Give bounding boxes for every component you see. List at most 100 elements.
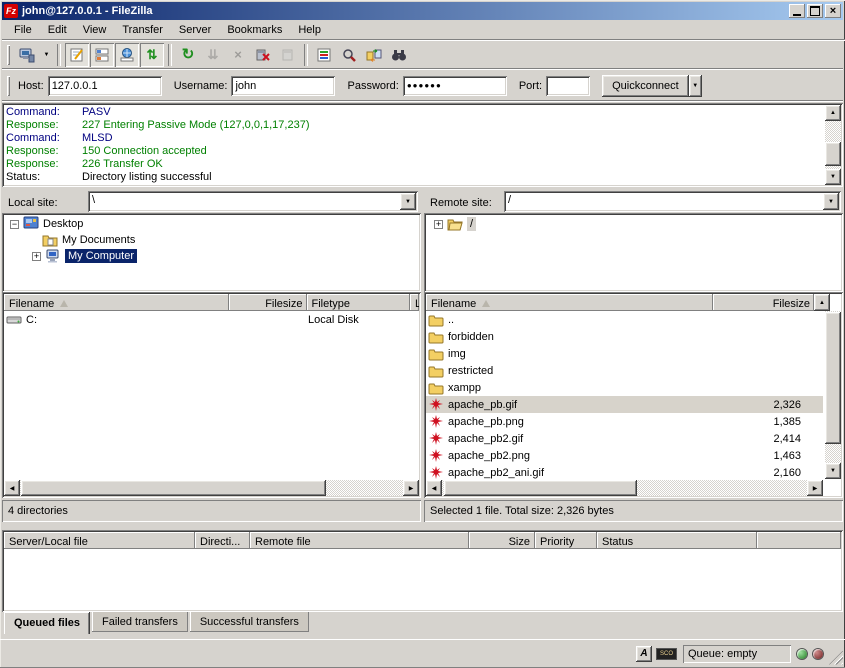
menu-help[interactable]: Help <box>290 22 329 38</box>
search-button[interactable] <box>387 43 411 67</box>
ascii-transfer-type-icon[interactable]: A <box>636 646 652 662</box>
quickconnect-gripper[interactable] <box>7 76 10 96</box>
local-file-list: Filename Filesize Filetype L C: Local Di… <box>2 292 421 498</box>
menu-edit[interactable]: Edit <box>40 22 75 38</box>
tree-item-desktop[interactable]: − Desktop <box>10 216 83 232</box>
username-label: Username: <box>174 80 228 92</box>
file-row-c-drive[interactable]: C: Local Disk <box>4 311 419 328</box>
file-row[interactable]: apache_pb2.png1,463 <box>426 447 823 464</box>
host-input[interactable] <box>48 76 162 96</box>
site-manager-dropdown[interactable]: ▼ <box>40 43 53 67</box>
folder-row[interactable]: .. <box>426 311 823 328</box>
collapse-icon[interactable]: − <box>10 220 19 229</box>
username-input[interactable] <box>231 76 335 96</box>
column-filename[interactable]: Filename <box>426 294 713 311</box>
expand-icon[interactable]: + <box>32 252 41 261</box>
resize-grip[interactable] <box>829 651 843 665</box>
chevron-down-icon[interactable]: ▼ <box>823 193 839 210</box>
remote-hscrollbar[interactable]: ◀ ▶ <box>426 480 823 496</box>
column-filesize[interactable]: Filesize <box>713 294 814 311</box>
column-size[interactable]: Size <box>469 532 535 549</box>
tree-item-my-documents[interactable]: My Documents <box>42 232 135 248</box>
menu-server[interactable]: Server <box>171 22 219 38</box>
folder-row[interactable]: img <box>426 345 823 362</box>
scrollbar-thumb[interactable] <box>825 312 841 444</box>
synchronized-browsing-button[interactable] <box>362 43 386 67</box>
toggle-transfer-queue-button[interactable]: ⇅ <box>140 43 164 67</box>
column-filesize[interactable]: Filesize <box>229 294 307 311</box>
tab-successful-transfers[interactable]: Successful transfers <box>190 612 309 632</box>
column-server-local-file[interactable]: Server/Local file <box>4 532 195 549</box>
column-last-modified[interactable]: L <box>410 294 419 311</box>
remote-status-bar: Selected 1 file. Total size: 2,326 bytes <box>424 500 843 522</box>
scroll-up-icon[interactable]: ▲ <box>814 294 830 311</box>
disconnect-button[interactable] <box>251 43 275 67</box>
site-manager-button[interactable] <box>15 43 39 67</box>
column-remote-file[interactable]: Remote file <box>250 532 469 549</box>
file-row-selected[interactable]: apache_pb.gif2,326 <box>426 396 823 413</box>
quickconnect-button[interactable]: Quickconnect <box>602 75 689 97</box>
scroll-right-icon[interactable]: ▶ <box>807 480 823 496</box>
toggle-message-log-button[interactable] <box>65 43 89 67</box>
column-filename[interactable]: Filename <box>4 294 229 311</box>
scroll-right-icon[interactable]: ▶ <box>403 480 419 496</box>
refresh-button[interactable]: ↻ <box>176 43 200 67</box>
scroll-left-icon[interactable]: ◀ <box>426 480 442 496</box>
column-filetype[interactable]: Filetype <box>307 294 411 311</box>
local-hscrollbar[interactable]: ◀ ▶ <box>4 480 419 496</box>
menu-file[interactable]: File <box>6 22 40 38</box>
scrollbar-thumb[interactable] <box>825 142 841 166</box>
queue-header: Server/Local file Directi... Remote file… <box>4 532 841 549</box>
local-tree-icon <box>94 47 110 63</box>
column-status[interactable]: Status <box>597 532 757 549</box>
tab-queued-files[interactable]: Queued files <box>4 612 90 634</box>
tree-item-my-computer[interactable]: + My Computer <box>32 248 137 264</box>
filter-button[interactable] <box>312 43 336 67</box>
scrollbar-thumb[interactable] <box>444 480 637 496</box>
titlebar[interactable]: Fz john@127.0.0.1 - FileZilla × <box>2 2 843 20</box>
transfer-queue: Server/Local file Directi... Remote file… <box>2 530 843 612</box>
folder-row[interactable]: xampp <box>426 379 823 396</box>
column-direction[interactable]: Directi... <box>195 532 250 549</box>
minimize-button[interactable] <box>789 4 805 18</box>
desktop-icon <box>23 216 39 232</box>
file-row[interactable]: apache_pb2.gif2,414 <box>426 430 823 447</box>
remote-site-combo[interactable]: / ▼ <box>504 191 841 212</box>
scroll-down-icon[interactable]: ▼ <box>825 169 841 185</box>
tree-item-root[interactable]: + / <box>434 216 476 232</box>
process-queue-button[interactable]: ⇊ <box>201 43 225 67</box>
folder-row[interactable]: restricted <box>426 362 823 379</box>
maximize-button[interactable] <box>807 4 823 18</box>
file-row[interactable]: apache_pb2_ani.gif2,160 <box>426 464 823 479</box>
log-scrollbar[interactable]: ▲ ▼ <box>825 105 841 185</box>
menu-view[interactable]: View <box>75 22 115 38</box>
scrollbar-thumb[interactable] <box>21 480 326 496</box>
file-row[interactable]: apache_pb.png1,385 <box>426 413 823 430</box>
local-site-value: \ <box>92 194 95 206</box>
toolbar-gripper[interactable] <box>7 45 10 65</box>
toggle-local-tree-button[interactable] <box>90 43 114 67</box>
quickconnect-dropdown[interactable]: ▼ <box>689 75 702 97</box>
scroll-left-icon[interactable]: ◀ <box>4 480 20 496</box>
toggle-remote-tree-button[interactable] <box>115 43 139 67</box>
directory-comparison-icon <box>341 47 357 63</box>
folder-row[interactable]: forbidden <box>426 328 823 345</box>
close-button[interactable]: × <box>825 4 841 18</box>
directory-comparison-button[interactable] <box>337 43 361 67</box>
remote-vscrollbar[interactable]: ▼ <box>825 311 841 479</box>
local-site-combo[interactable]: \ ▼ <box>88 191 418 212</box>
port-input[interactable] <box>546 76 590 96</box>
cancel-button[interactable]: × <box>226 43 250 67</box>
recv-led-icon <box>797 649 807 659</box>
maximize-icon <box>810 6 820 16</box>
column-priority[interactable]: Priority <box>535 532 597 549</box>
password-input[interactable] <box>403 76 507 96</box>
reconnect-button[interactable] <box>276 43 300 67</box>
tab-failed-transfers[interactable]: Failed transfers <box>92 612 188 632</box>
expand-icon[interactable]: + <box>434 220 443 229</box>
scroll-down-icon[interactable]: ▼ <box>825 463 841 479</box>
chevron-down-icon[interactable]: ▼ <box>400 193 416 210</box>
scroll-up-icon[interactable]: ▲ <box>825 105 841 121</box>
menu-bookmarks[interactable]: Bookmarks <box>219 22 290 38</box>
menu-transfer[interactable]: Transfer <box>114 22 171 38</box>
